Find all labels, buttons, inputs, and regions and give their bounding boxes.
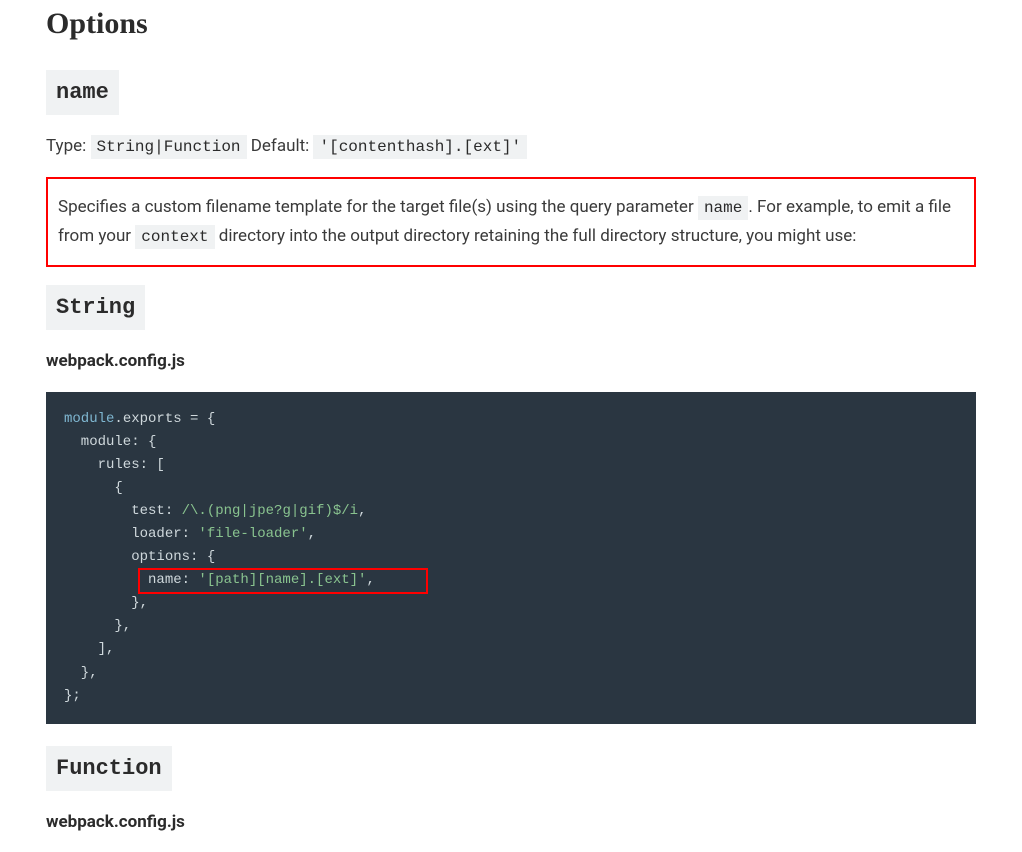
code-string: 'file-loader' <box>198 526 307 542</box>
string-heading-code: String <box>46 285 145 330</box>
code-string: '[path][name].[ext]' <box>198 572 366 588</box>
code-line: options: { <box>64 549 215 565</box>
code-block-string: module.exports = { module: { rules: [ { … <box>46 392 976 724</box>
code-regex: /\.(png|jpe?g|gif)$/i <box>182 503 358 519</box>
default-label: Default: <box>251 136 310 156</box>
code-line: , <box>308 526 316 542</box>
string-heading: String <box>46 285 976 330</box>
code-line: , <box>358 503 366 519</box>
code-line: .exports = { <box>114 411 215 427</box>
config-filename-1: webpack.config.js <box>46 348 976 375</box>
function-heading-code: Function <box>46 746 172 791</box>
function-heading: Function <box>46 746 976 791</box>
code-line: , <box>366 572 374 588</box>
type-label: Type: <box>46 136 86 156</box>
desc-code-name: name <box>698 196 748 220</box>
description-highlight-box: Specifies a custom filename template for… <box>46 177 976 267</box>
code-line: rules: [ <box>64 457 165 473</box>
type-value: String|Function <box>91 135 247 159</box>
code-line: name: <box>64 572 198 588</box>
desc-code-context: context <box>135 225 214 249</box>
desc-part3: directory into the output directory reta… <box>215 226 857 246</box>
code-line: module <box>64 411 114 427</box>
code-line: module: { <box>64 434 156 450</box>
description-text: Specifies a custom filename template for… <box>58 193 964 251</box>
name-heading-code: name <box>46 70 119 115</box>
code-line: ], <box>64 641 114 657</box>
code-line: }; <box>64 688 81 704</box>
code-line: }, <box>64 665 98 681</box>
name-heading: name <box>46 70 976 115</box>
type-default-line: Type: String|Function Default: '[content… <box>46 133 976 161</box>
code-line: { <box>64 480 123 496</box>
options-heading: Options <box>46 0 976 48</box>
desc-part1: Specifies a custom filename template for… <box>58 197 698 217</box>
code-line: test: <box>64 503 182 519</box>
code-line: loader: <box>64 526 198 542</box>
default-value: '[contenthash].[ext]' <box>313 135 527 159</box>
config-filename-2: webpack.config.js <box>46 809 976 836</box>
code-line: }, <box>64 595 148 611</box>
code-line: }, <box>64 618 131 634</box>
